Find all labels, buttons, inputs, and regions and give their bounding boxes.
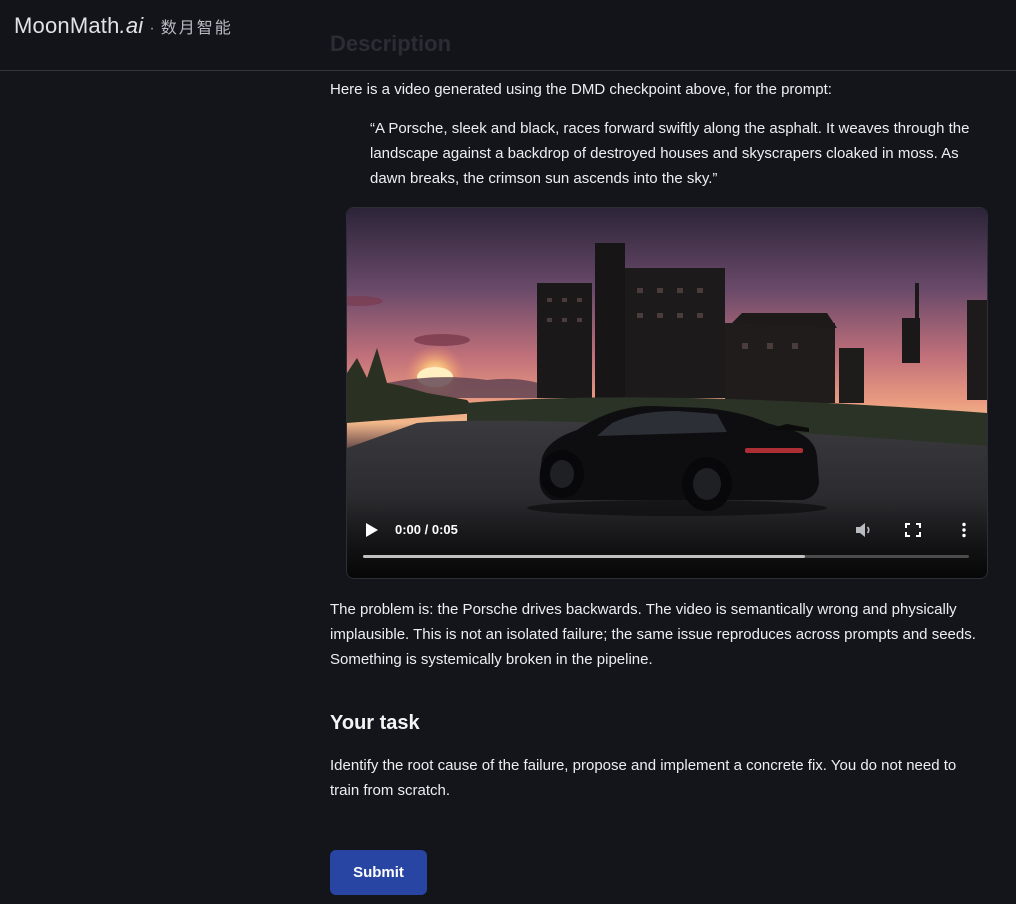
intro-text: Here is a video generated using the DMD … <box>330 81 832 98</box>
more-options-icon[interactable] <box>955 522 973 538</box>
video-progress-bar[interactable] <box>363 555 969 558</box>
top-header: MoonMath.ai · 数月智能 <box>0 0 1016 71</box>
problem-text: The problem is: the Porsche drives backw… <box>330 601 976 668</box>
logo-separator: · <box>149 20 155 37</box>
fullscreen-icon[interactable] <box>904 522 922 538</box>
logo-text: MoonMath.ai <box>14 13 144 38</box>
section-heading-faded: Description <box>330 31 452 56</box>
logo-chinese-text: 数月智能 <box>160 20 233 37</box>
submit-button[interactable]: Submit <box>330 850 427 895</box>
task-heading: Your task <box>330 712 420 734</box>
moonmath-logo[interactable]: MoonMath.ai · 数月智能 <box>14 13 233 39</box>
prompt-quote: “A Porsche, sleek and black, races forwa… <box>370 120 970 187</box>
video-time: 0:00 / 0:05 <box>395 522 458 537</box>
task-description: Identify the root cause of the failure, … <box>330 757 957 799</box>
volume-icon[interactable] <box>855 522 873 538</box>
video-buffered-bar <box>363 555 806 558</box>
video-player[interactable]: 0:00 / 0:05 <box>346 207 988 579</box>
play-icon[interactable] <box>365 522 379 538</box>
video-controls: 0:00 / 0:05 <box>347 498 987 578</box>
